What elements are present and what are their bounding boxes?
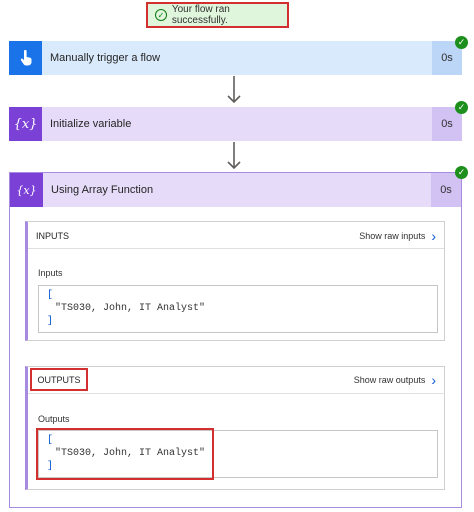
- banner-message: Your flow ran successfully.: [171, 4, 230, 26]
- show-raw-outputs-link[interactable]: Show raw outputs ›: [354, 373, 436, 387]
- inputs-value: "TS030, John, IT Analyst": [55, 303, 206, 314]
- chevron-right-icon: ›: [431, 228, 436, 244]
- outputs-title: OUTPUTS: [30, 368, 88, 391]
- step-title: Using Array Function: [51, 184, 154, 196]
- success-check-icon: ✓: [455, 36, 468, 49]
- expression-icon: {x}: [10, 173, 43, 207]
- variable-icon: {x}: [9, 107, 42, 141]
- open-bracket: [: [47, 290, 54, 301]
- step-initialize-variable[interactable]: {x} Initialize variable 0s: [9, 107, 462, 141]
- touch-icon: [9, 41, 42, 75]
- chevron-right-icon: ›: [431, 372, 436, 388]
- step-duration: 0s: [431, 173, 461, 207]
- inputs-value-box: [ "TS030, John, IT Analyst" ]: [38, 285, 438, 333]
- outputs-section: OUTPUTS Show raw outputs › Outputs [ "TS…: [25, 366, 445, 490]
- show-raw-outputs-label: Show raw outputs: [353, 375, 426, 385]
- show-raw-inputs-label: Show raw inputs: [359, 231, 426, 241]
- close-bracket: ]: [47, 316, 54, 327]
- inputs-section: INPUTS Show raw inputs › Inputs [ "TS030…: [25, 221, 445, 341]
- arrow-down-icon: [227, 142, 241, 170]
- inputs-title: INPUTS: [36, 231, 70, 241]
- step-using-array-function: {x} Using Array Function 0s INPUTS Show …: [9, 172, 462, 508]
- check-circle-icon: ✓: [155, 9, 167, 21]
- inputs-label: Inputs: [38, 268, 63, 278]
- outputs-label: Outputs: [38, 414, 70, 424]
- step-title: Manually trigger a flow: [50, 52, 161, 64]
- step-manually-trigger[interactable]: Manually trigger a flow 0s: [9, 41, 462, 75]
- output-highlight: [36, 428, 214, 480]
- arrow-down-icon: [227, 76, 241, 104]
- show-raw-inputs-link[interactable]: Show raw inputs ›: [359, 229, 436, 243]
- step-header[interactable]: {x} Using Array Function 0s: [10, 173, 461, 207]
- success-check-icon: ✓: [455, 166, 468, 179]
- inputs-header: INPUTS Show raw inputs ›: [28, 224, 444, 248]
- step-title: Initialize variable: [50, 118, 132, 130]
- success-check-icon: ✓: [455, 101, 468, 114]
- success-banner: ✓ Your flow ran successfully.: [146, 2, 289, 28]
